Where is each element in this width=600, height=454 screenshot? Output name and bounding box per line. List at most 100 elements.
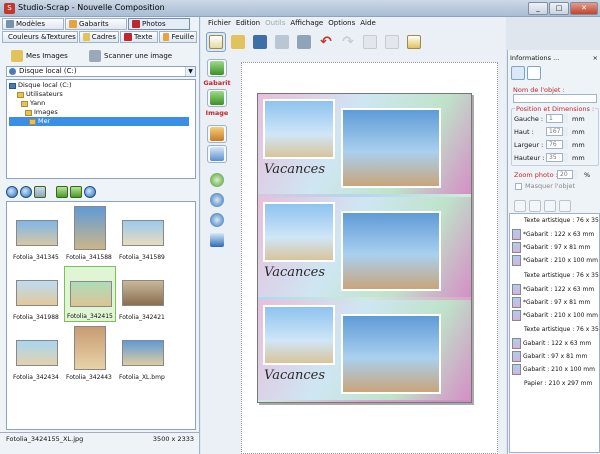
- list-tab-button[interactable]: [527, 66, 541, 80]
- tab-cadres[interactable]: Cadres: [79, 31, 119, 43]
- my-images-button[interactable]: Mes Images: [8, 47, 71, 64]
- menu-outils[interactable]: Outils: [265, 17, 285, 29]
- fullscreen-button[interactable]: [207, 231, 227, 249]
- tab-photos[interactable]: Photos: [128, 18, 190, 30]
- delete-icon[interactable]: [544, 200, 556, 212]
- thumb-item[interactable]: Fotolia_341589: [117, 206, 169, 262]
- properties-tool-button[interactable]: [207, 125, 227, 144]
- thumb-item[interactable]: Fotolia_341588: [64, 206, 116, 262]
- photo-frame[interactable]: [341, 108, 441, 188]
- tree-node-mer[interactable]: Mer: [9, 117, 189, 126]
- tree-node-images[interactable]: Images: [25, 108, 58, 117]
- photo-frame[interactable]: [263, 99, 335, 159]
- tab-modeles[interactable]: Modèles: [2, 18, 64, 30]
- menu-options[interactable]: Options: [328, 17, 355, 29]
- menu-edition[interactable]: Edition: [236, 17, 260, 29]
- photo-frame[interactable]: [263, 305, 335, 365]
- template-band[interactable]: Vacances: [258, 300, 471, 400]
- new-button[interactable]: [206, 32, 226, 52]
- cut-button[interactable]: [360, 32, 380, 52]
- thumb-item[interactable]: Fotolia_341988: [11, 266, 63, 322]
- thumb-item[interactable]: Fotolia_342434: [11, 326, 63, 382]
- add-icon[interactable]: [70, 186, 82, 198]
- zoom-fit-button[interactable]: [207, 211, 227, 229]
- tree-node-utilisateurs[interactable]: Utilisateurs: [17, 90, 63, 99]
- layer-item[interactable]: *Gabarit : 122 x 63 mm: [512, 228, 594, 241]
- preview-button[interactable]: [272, 32, 292, 52]
- minimize-button[interactable]: _: [528, 2, 548, 15]
- zoom-in-icon[interactable]: [6, 186, 18, 198]
- move-up-icon[interactable]: [514, 200, 526, 212]
- layer-item[interactable]: Texte artistique : 76 x 35: [512, 323, 599, 336]
- layer-item[interactable]: *Gabarit : 97 x 81 mm: [512, 296, 590, 309]
- composition-canvas[interactable]: Vacances Vacances Vacances: [241, 62, 498, 454]
- layer-item[interactable]: Texte artistique : 76 x 35: [512, 269, 599, 282]
- duplicate-icon[interactable]: [559, 200, 571, 212]
- artistic-text[interactable]: Vacances: [264, 162, 325, 177]
- artistic-text[interactable]: Vacances: [264, 368, 325, 383]
- template-band[interactable]: Vacances: [258, 94, 471, 194]
- layer-item[interactable]: Gabarit : 97 x 81 mm: [512, 350, 587, 363]
- tab-feuille[interactable]: Feuille: [159, 31, 197, 43]
- rotate-icon[interactable]: [84, 186, 96, 198]
- layer-item[interactable]: Gabarit : 122 x 63 mm: [512, 337, 591, 350]
- layer-item[interactable]: *Gabarit : 97 x 81 mm: [512, 241, 590, 254]
- chevron-down-icon[interactable]: ▼: [185, 67, 195, 76]
- layer-item[interactable]: *Gabarit : 122 x 63 mm: [512, 283, 594, 296]
- zoom-spinner[interactable]: [572, 170, 578, 179]
- photo-frame[interactable]: [263, 202, 335, 262]
- scan-image-button[interactable]: Scanner une image: [86, 47, 175, 64]
- thumb-item[interactable]: Fotolia_342421: [117, 266, 169, 322]
- copy-button[interactable]: [382, 32, 402, 52]
- template-band[interactable]: Vacances: [258, 197, 471, 297]
- tab-gabarits[interactable]: Gabarits: [65, 18, 127, 30]
- thumb-item[interactable]: Fotolia_342443: [64, 326, 116, 382]
- tab-texte[interactable]: Texte: [120, 31, 158, 43]
- save-button[interactable]: [250, 32, 270, 52]
- tab-couleurs-textures[interactable]: Couleurs &Textures: [2, 31, 78, 43]
- move-down-icon[interactable]: [529, 200, 541, 212]
- top-spinner[interactable]: [562, 127, 568, 136]
- properties-tab-button[interactable]: [511, 66, 525, 80]
- layer-item[interactable]: *Gabarit : 210 x 100 mm: [512, 254, 598, 267]
- gabarit-tool-button[interactable]: [207, 59, 227, 78]
- thumb-image: [122, 220, 164, 246]
- open-button[interactable]: [228, 32, 248, 52]
- maximize-button[interactable]: □: [549, 2, 569, 15]
- layers-tool-button[interactable]: [207, 145, 227, 164]
- composition-page[interactable]: Vacances Vacances Vacances: [257, 93, 472, 403]
- height-spinner[interactable]: [562, 153, 568, 162]
- tree-node-yann[interactable]: Yann: [21, 99, 45, 108]
- layer-item[interactable]: Texte artistique : 76 x 35: [512, 214, 599, 227]
- menu-fichier[interactable]: Fichier: [208, 17, 231, 29]
- layer-item[interactable]: Papier : 210 x 297 mm: [512, 377, 592, 390]
- thumb-item[interactable]: Fotolia_341345: [11, 206, 63, 262]
- close-button[interactable]: ✕: [570, 2, 598, 15]
- object-name-input[interactable]: [513, 94, 597, 103]
- menu-aide[interactable]: Aide: [360, 17, 375, 29]
- mask-checkbox[interactable]: [515, 183, 522, 190]
- close-icon[interactable]: ×: [593, 54, 598, 62]
- print-button[interactable]: [294, 32, 314, 52]
- refresh-icon[interactable]: [56, 186, 68, 198]
- width-spinner[interactable]: [562, 140, 568, 149]
- thumb-item-selected[interactable]: Fotolia_342415: [64, 266, 116, 322]
- artistic-text[interactable]: Vacances: [264, 265, 325, 280]
- zoom-out-icon[interactable]: [20, 186, 32, 198]
- zoom-out-button[interactable]: [207, 191, 227, 209]
- layer-item[interactable]: *Gabarit : 210 x 100 mm: [512, 309, 598, 322]
- zoom-in-button[interactable]: [207, 171, 227, 189]
- layer-item[interactable]: Gabarit : 210 x 100 mm: [512, 363, 595, 376]
- image-tool-button[interactable]: [207, 89, 227, 108]
- drive-select[interactable]: Disque local (C:) ▼: [6, 66, 196, 77]
- redo-button[interactable]: ↷: [338, 32, 358, 52]
- left-spinner[interactable]: [562, 114, 568, 123]
- photo-frame[interactable]: [341, 211, 441, 291]
- thumb-item[interactable]: Fotolia_XL.bmp: [117, 326, 169, 382]
- photo-frame[interactable]: [341, 314, 441, 394]
- fit-icon[interactable]: [34, 186, 46, 198]
- menu-affichage[interactable]: Affichage: [290, 17, 323, 29]
- undo-button[interactable]: ↶: [316, 32, 336, 52]
- tree-node-drive[interactable]: Disque local (C:): [9, 81, 72, 90]
- paste-button[interactable]: [404, 32, 424, 52]
